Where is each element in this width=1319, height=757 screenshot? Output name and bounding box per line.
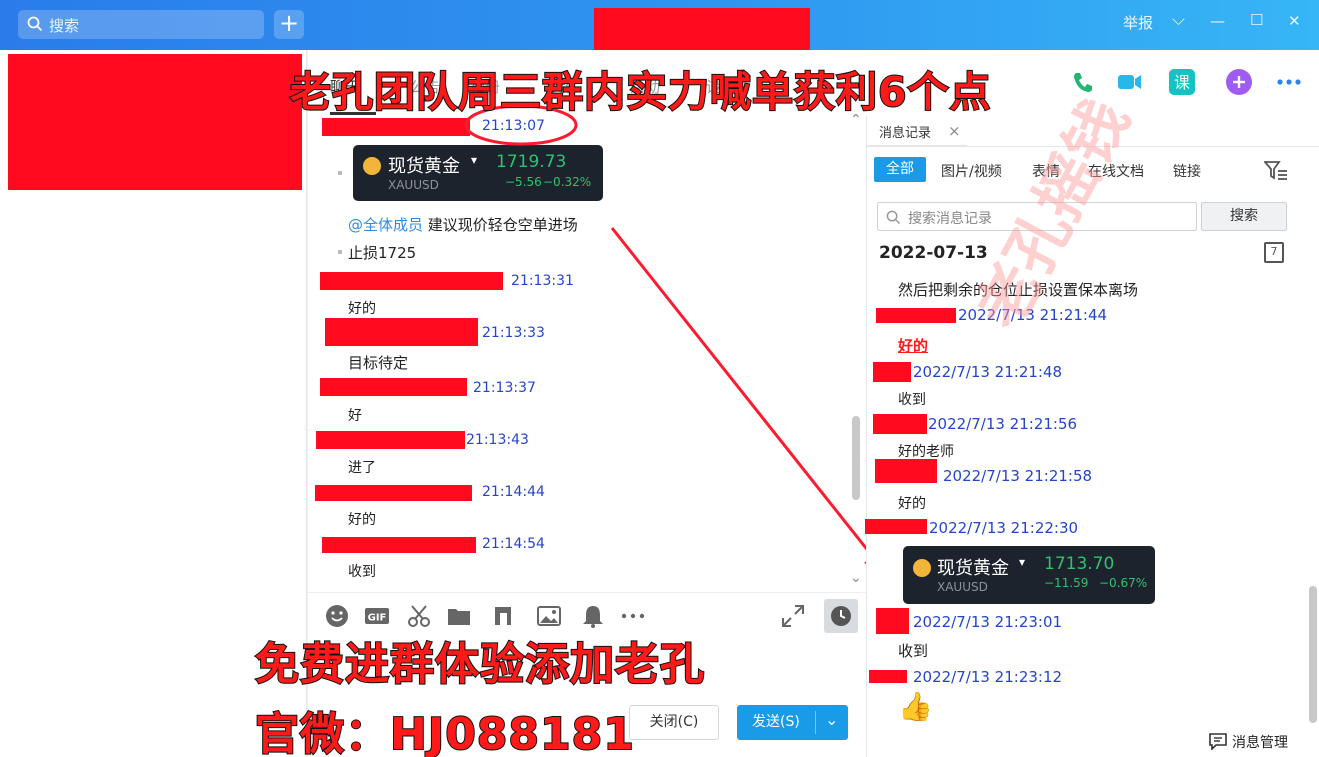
- scissors-icon[interactable]: [406, 603, 432, 629]
- history-message-time: 2022/7/13 21:21:58: [943, 467, 1093, 485]
- promo-line-1: 免费进群体验添加老孔: [254, 638, 705, 691]
- bell-icon[interactable]: [580, 603, 606, 629]
- send-options-icon[interactable]: ⌄: [825, 702, 838, 737]
- thumbs-up-icon: 👍: [898, 690, 933, 723]
- expand-icon[interactable]: [780, 603, 806, 629]
- caret-down-icon: ▾: [1019, 555, 1026, 569]
- filter-icon[interactable]: [1264, 160, 1288, 182]
- history-search-button[interactable]: 搜索: [1201, 202, 1287, 231]
- history-message-text: 好的老师: [898, 444, 954, 460]
- svg-text:GIF: GIF: [368, 613, 387, 624]
- history-message-text: 收到: [898, 642, 929, 660]
- history-message-time: 2022/7/13 21:21:56: [928, 415, 1078, 433]
- send-button[interactable]: 发送(S) ⌄: [737, 705, 848, 740]
- calendar-day: 7: [1270, 245, 1278, 258]
- history-tab-title: 消息记录: [879, 126, 932, 141]
- redacted-sender: [869, 670, 907, 683]
- filter-media[interactable]: 图片/视频: [941, 161, 1002, 181]
- quote-change: −11.59: [1044, 576, 1089, 590]
- redacted-sender: [875, 459, 937, 483]
- filter-links[interactable]: 链接: [1173, 161, 1201, 181]
- quote-change-pct: −0.67%: [1099, 576, 1148, 590]
- chat-bubble-icon: [1209, 733, 1227, 750]
- history-message-text: 好的: [898, 337, 929, 355]
- promo-line-2: 官微：HJ088181: [254, 708, 635, 757]
- redacted-sender: [873, 414, 927, 434]
- history-message-text: 好的: [898, 496, 926, 512]
- history-message-time: 2022/7/13 21:23:12: [913, 668, 1063, 686]
- emoji-icon[interactable]: [324, 603, 350, 629]
- history-tab-close-icon[interactable]: ×: [948, 122, 961, 140]
- filter-all[interactable]: 全部: [874, 157, 926, 182]
- annotation-arrow-line: [610, 227, 879, 563]
- gif-icon[interactable]: GIF: [364, 603, 390, 629]
- send-divider: [815, 711, 816, 734]
- quote-symbol: XAUUSD: [937, 580, 988, 594]
- redacted-sender: [865, 519, 927, 534]
- history-scrollbar[interactable]: [1309, 586, 1317, 723]
- folder-icon[interactable]: [446, 603, 472, 629]
- music-icon[interactable]: [490, 603, 516, 629]
- gold-coin-icon: [913, 559, 931, 577]
- search-icon: [886, 210, 901, 225]
- redacted-sender: [876, 608, 909, 634]
- quote-price: 1713.70: [1044, 554, 1115, 574]
- more-tools-icon[interactable]: [620, 603, 646, 629]
- history-button[interactable]: [824, 599, 858, 633]
- redacted-sender: [876, 308, 956, 323]
- quote-name: 现货黄金: [937, 558, 1009, 579]
- message-manage-label: 消息管理: [1232, 735, 1288, 751]
- calendar-icon[interactable]: 7: [1264, 242, 1284, 263]
- send-label: 发送(S): [752, 714, 800, 730]
- history-message-time: 2022/7/13 21:23:01: [913, 613, 1063, 631]
- image-icon[interactable]: [536, 603, 562, 629]
- clock-icon: [831, 606, 851, 626]
- gold-quote-card[interactable]: 现货黄金 ▾ XAUUSD 1713.70 −11.59 −0.67%: [903, 546, 1155, 604]
- promo-banner-top: 老孔团队周三群内实力喊单获利6个点: [289, 67, 992, 117]
- history-search-placeholder: 搜索消息记录: [908, 211, 992, 227]
- redacted-sender: [873, 362, 911, 382]
- history-message-text: 收到: [898, 392, 926, 408]
- history-message-time: 2022/7/13 21:21:48: [913, 363, 1063, 381]
- close-chat-button[interactable]: 关闭(C): [629, 705, 719, 740]
- history-message-time: 2022/7/13 21:22:30: [929, 519, 1079, 537]
